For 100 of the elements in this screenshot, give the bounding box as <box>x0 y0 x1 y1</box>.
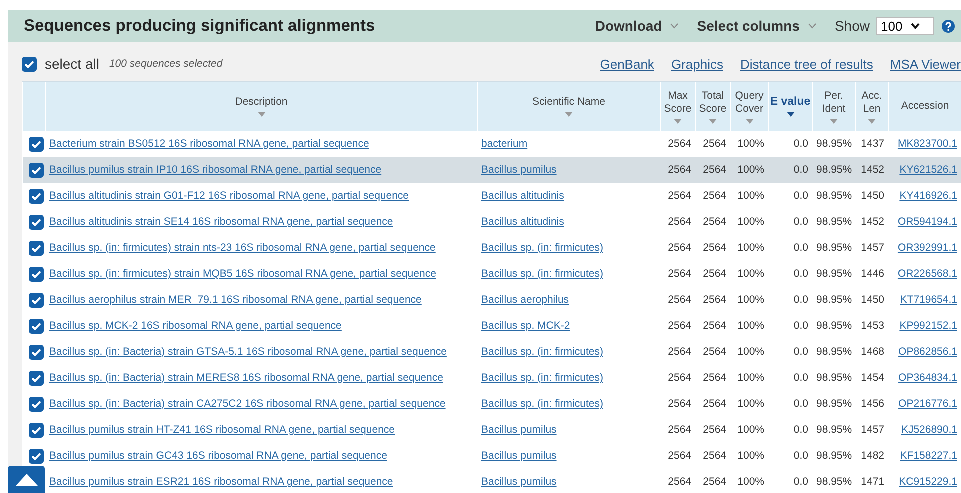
description-link[interactable]: Bacterium strain BS0512 16S ribosomal RNA gene, partial sequence <box>50 138 370 150</box>
accession-link[interactable]: OP216776.1 <box>898 398 958 410</box>
checkbox[interactable] <box>28 370 44 386</box>
table-cell: 100% <box>730 469 768 493</box>
column-header[interactable]: Total Score <box>696 82 730 131</box>
table-cell: 98.95% <box>812 287 856 313</box>
caret-icon <box>808 23 817 29</box>
scientific-name-link[interactable]: Bacillus pumilus <box>482 424 557 436</box>
toolbar-link[interactable]: MSA Viewer <box>890 56 961 72</box>
column-header[interactable]: Max Score <box>660 82 696 131</box>
accession-link[interactable]: KC915229.1 <box>899 476 958 488</box>
description-link[interactable]: Bacillus sp. (in: Bacteria) strain CA275C2 16S ribosomal RNA gene, partial sequence <box>50 398 446 410</box>
table-cell: 100% <box>730 157 768 183</box>
scientific-name-link[interactable]: Bacillus pumilus <box>482 476 557 488</box>
accession-link[interactable]: KF158227.1 <box>900 450 958 462</box>
scroll-top-button[interactable] <box>8 466 45 493</box>
scientific-name-link[interactable]: Bacillus altitudinis <box>482 190 564 202</box>
table-cell: 98.95% <box>812 157 856 183</box>
table-cell: 1450 <box>856 183 888 209</box>
table-cell: 2564 <box>660 313 696 339</box>
accession-link[interactable]: OR594194.1 <box>898 216 958 228</box>
table-cell: 98.95% <box>812 261 856 287</box>
checkbox[interactable] <box>28 266 44 282</box>
accession-link[interactable]: MK823700.1 <box>898 138 958 150</box>
scientific-name-link[interactable]: Bacillus sp. (in: firmicutes) <box>482 398 604 410</box>
menu-button[interactable]: Select columns <box>697 18 817 34</box>
checkbox[interactable] <box>22 56 37 72</box>
toolbar-link[interactable]: Distance tree of results <box>740 56 874 72</box>
description-link[interactable]: Bacillus sp. (in: Bacteria) strain MERES8 16S ribosomal RNA gene, partial sequence <box>50 372 444 384</box>
description-link[interactable]: Bacillus pumilus strain HT-Z41 16S ribosomal RNA gene, partial sequence <box>50 424 396 436</box>
section-title: Sequences producing significant alignments <box>24 16 376 36</box>
checkbox[interactable] <box>28 240 44 256</box>
checkbox[interactable] <box>28 136 44 152</box>
scientific-name-link[interactable]: Bacillus altitudinis <box>482 216 564 228</box>
accession-link[interactable]: OP364834.1 <box>898 372 958 384</box>
checkbox[interactable] <box>28 422 44 438</box>
table-cell: 100% <box>730 235 768 261</box>
column-header[interactable]: Accession <box>888 82 961 131</box>
accession-link[interactable]: KJ526890.1 <box>901 424 958 436</box>
description-link[interactable]: Bacillus pumilus strain GC43 16S ribosomal RNA gene, partial sequence <box>50 450 388 462</box>
description-link[interactable]: Bacillus altitudinis strain SE14 16S ribosomal RNA gene, partial sequence <box>50 216 394 228</box>
checkbox[interactable] <box>28 396 44 412</box>
scientific-name-link[interactable]: Bacillus sp. MCK-2 <box>482 320 570 332</box>
table-cell: 2564 <box>660 261 696 287</box>
scientific-name-link[interactable]: Bacillus pumilus <box>482 164 557 176</box>
checkbox[interactable] <box>28 214 44 230</box>
column-header[interactable]: Acc. Len <box>856 82 888 131</box>
toolbar-link[interactable]: Graphics <box>671 56 724 72</box>
accession-link[interactable]: KT719654.1 <box>900 294 958 306</box>
description-link[interactable]: Bacillus sp. (in: firmicutes) strain MQB5 16S ribosomal RNA gene, partial sequence <box>50 268 436 280</box>
column-header[interactable]: Description <box>46 82 478 131</box>
table-cell: 1457 <box>856 417 888 443</box>
scientific-name-link[interactable]: Bacillus pumilus <box>482 450 557 462</box>
table-cell: 2564 <box>660 417 696 443</box>
table-cell: 98.95% <box>812 417 856 443</box>
table-cell: 0.0 <box>768 157 812 183</box>
scientific-name-link[interactable]: Bacillus sp. (in: firmicutes) <box>482 346 604 358</box>
table-cell: 2564 <box>660 443 696 469</box>
accession-link[interactable]: KP992152.1 <box>900 320 958 332</box>
table-cell: 2564 <box>660 469 696 493</box>
toolbar-link[interactable]: GenBank <box>600 56 654 72</box>
scientific-name-link[interactable]: Bacillus sp. (in: firmicutes) <box>482 268 604 280</box>
scientific-name-link[interactable]: bacterium <box>482 138 528 150</box>
checkbox[interactable] <box>28 318 44 334</box>
scientific-name-link[interactable]: Bacillus sp. (in: firmicutes) <box>482 372 604 384</box>
checkbox[interactable] <box>28 162 44 178</box>
column-header[interactable]: E value <box>768 82 812 131</box>
description-link[interactable]: Bacillus sp. (in: firmicutes) strain nts-23 16S ribosomal RNA gene, partial sequence <box>50 242 436 254</box>
table-cell: 2564 <box>696 131 730 157</box>
description-link[interactable]: Bacillus sp. (in: Bacteria) strain GTSA-5.1 16S ribosomal RNA gene, partial sequence <box>50 346 447 358</box>
checkbox[interactable] <box>28 188 44 204</box>
table-cell: 1457 <box>856 235 888 261</box>
table-cell: 2564 <box>696 183 730 209</box>
checkbox[interactable] <box>28 292 44 308</box>
table-cell: 98.95% <box>812 183 856 209</box>
table-cell: 2564 <box>696 469 730 493</box>
column-header[interactable]: Scientific Name <box>478 82 660 131</box>
accession-link[interactable]: OP862856.1 <box>898 346 958 358</box>
accession-link[interactable]: OR226568.1 <box>898 268 958 280</box>
accession-link[interactable]: KY416926.1 <box>900 190 958 202</box>
description-link[interactable]: Bacillus altitudinis strain G01-F12 16S ribosomal RNA gene, partial sequence <box>50 190 410 202</box>
table-cell: 2564 <box>660 209 696 235</box>
scientific-name-link[interactable]: Bacillus sp. (in: firmicutes) <box>482 242 604 254</box>
description-link[interactable]: Bacillus sp. MCK-2 16S ribosomal RNA gene, partial sequence <box>50 320 342 332</box>
description-link[interactable]: Bacillus pumilus strain ESR21 16S ribosomal RNA gene, partial sequence <box>50 476 394 488</box>
column-header[interactable]: Query Cover <box>730 82 768 131</box>
accession-link[interactable]: OR392991.1 <box>898 242 958 254</box>
table-cell: 2564 <box>660 339 696 365</box>
column-header[interactable]: Per. Ident <box>812 82 856 131</box>
sort-arrow-icon[interactable] <box>786 112 794 117</box>
table-cell: 100% <box>730 313 768 339</box>
description-link[interactable]: Bacillus aerophilus strain MER_79.1 16S ribosomal RNA gene, partial sequence <box>50 294 422 306</box>
help-icon[interactable] <box>942 20 955 32</box>
show-select[interactable]: 100 <box>876 17 934 35</box>
table-cell: 98.95% <box>812 469 856 493</box>
checkbox[interactable] <box>28 448 44 464</box>
menu-button[interactable]: Download <box>595 18 680 34</box>
table-cell: 1446 <box>856 261 888 287</box>
checkbox[interactable] <box>28 344 44 360</box>
scientific-name-link[interactable]: Bacillus aerophilus <box>482 294 570 306</box>
